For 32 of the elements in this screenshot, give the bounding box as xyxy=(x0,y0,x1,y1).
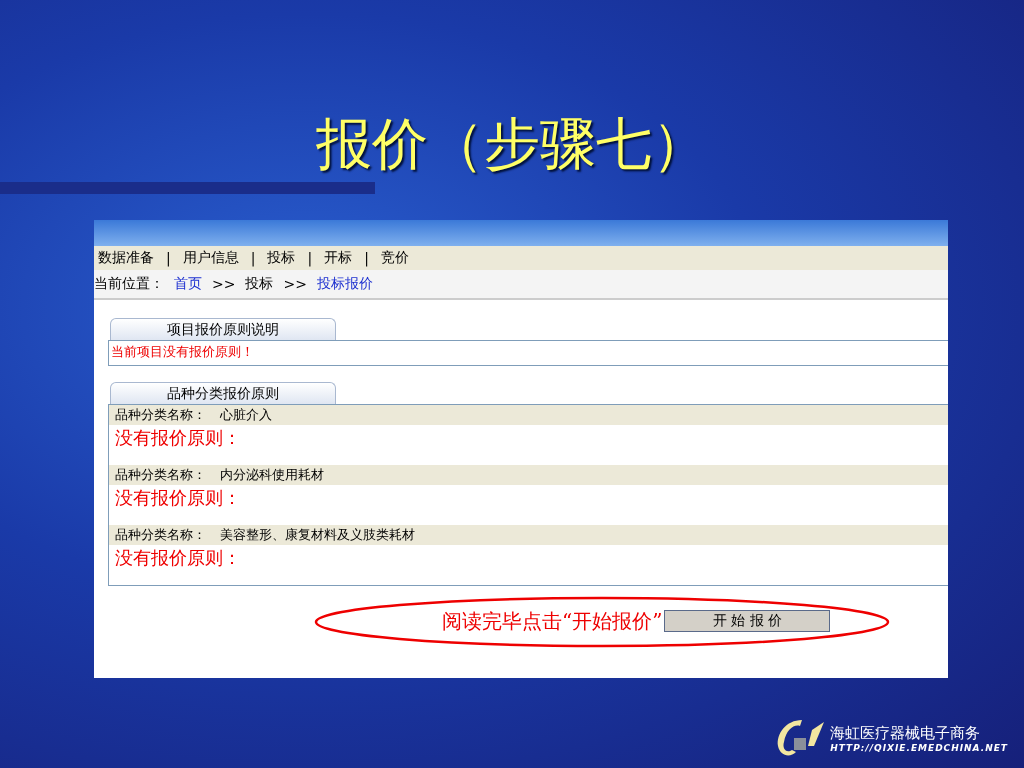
category-name: 心脏介入 xyxy=(220,406,272,424)
menu-separator: | xyxy=(166,250,171,266)
breadcrumb-link[interactable]: 投标报价 xyxy=(316,275,373,293)
category-rule: 没有报价原则： xyxy=(114,426,242,450)
slide-title: 报价（步骤七） xyxy=(315,110,709,178)
category-label: 品种分类名称： xyxy=(115,526,206,544)
breadcrumb-separator: >> xyxy=(283,276,307,292)
logo-url: HTTP://QIXIE.EMEDCHINA.NET xyxy=(830,742,1008,753)
section-tab[interactable]: 项目报价原则说明 xyxy=(110,318,336,340)
category-name: 美容整形、康复材料及义肢类耗材 xyxy=(220,526,415,544)
section-tab[interactable]: 品种分类报价原则 xyxy=(110,382,336,404)
category-rule: 没有报价原则： xyxy=(114,546,242,570)
breadcrumb-label: 当前位置： xyxy=(94,275,164,293)
breadcrumb-separator: >> xyxy=(212,276,236,292)
menu-separator: | xyxy=(250,250,256,266)
menu-separator: | xyxy=(307,250,313,266)
category-label: 品种分类名称： xyxy=(115,406,206,424)
menu-separator: | xyxy=(364,250,369,266)
breadcrumb-link[interactable]: 首页 xyxy=(174,275,202,293)
no-rule-message: 当前项目没有报价原则！ xyxy=(110,343,255,361)
menu-item[interactable]: 数据准备 xyxy=(98,249,154,267)
menu-item[interactable]: 投标 xyxy=(267,249,296,267)
start-quote-button[interactable]: 开 始 报 价 xyxy=(664,610,831,632)
menu-item[interactable]: 用户信息 xyxy=(182,249,239,267)
callout-text: 阅读完毕点击“开始报价” xyxy=(442,607,663,635)
category-label: 品种分类名称： xyxy=(115,466,206,484)
category-rule: 没有报价原则： xyxy=(114,486,242,510)
logo-name: 海虹医疗器械电子商务 xyxy=(830,723,982,743)
menu-item[interactable]: 竞价 xyxy=(380,249,409,267)
menu-item[interactable]: 开标 xyxy=(324,249,353,267)
breadcrumb-item: 投标 xyxy=(245,275,274,293)
category-name: 内分泌科使用耗材 xyxy=(220,466,324,484)
